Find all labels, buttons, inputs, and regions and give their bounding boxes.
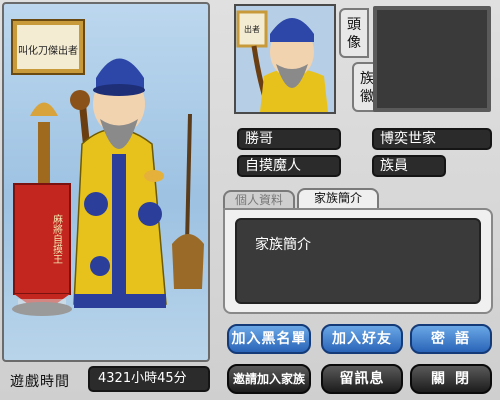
family-emblem-box	[373, 6, 491, 112]
play-time-label: 遊戲時間	[10, 374, 70, 390]
portrait-certificate-text: 出者	[244, 24, 260, 34]
player-name-field: 勝哥	[237, 128, 341, 150]
whisper-button[interactable]: 密語	[410, 324, 492, 354]
tab-family-intro[interactable]: 家族簡介	[297, 188, 379, 210]
portrait-avatar: 出者	[234, 4, 336, 114]
family-role-field: 族員	[372, 155, 446, 177]
close-button[interactable]: 關閉	[410, 364, 492, 394]
character-stage: 叫化刀傑出者 麻將自摸王	[2, 2, 210, 362]
profile-window: 叫化刀傑出者 麻將自摸王 遊戲時間 4321小時45分 出者 頭像 族徽 勝哥 …	[0, 0, 500, 400]
certificate-text: 叫化刀傑出者	[18, 44, 78, 57]
banner-trophy: 麻將自摸王	[12, 102, 72, 316]
broom	[172, 113, 204, 289]
family-intro-content: 家族簡介	[235, 218, 481, 304]
invite-family-button[interactable]: 邀請加入家族	[227, 364, 311, 394]
banner-text: 麻將自摸王	[51, 213, 63, 264]
leave-message-button[interactable]: 留訊息	[321, 364, 403, 394]
family-intro-panel: 家族簡介	[223, 208, 493, 314]
add-blacklist-button[interactable]: 加入黑名單	[227, 324, 311, 354]
head-tab[interactable]: 頭像	[339, 8, 369, 58]
portrait-illustration: 出者	[236, 10, 328, 112]
certificate-frame: 叫化刀傑出者	[11, 19, 85, 75]
character-illustration: 叫化刀傑出者 麻將自摸王	[11, 19, 204, 316]
player-title-field: 自摸魔人	[237, 155, 341, 177]
add-friend-button[interactable]: 加入好友	[321, 324, 403, 354]
tab-personal-info[interactable]: 個人資料	[223, 190, 295, 210]
elder-character	[70, 58, 167, 308]
family-name-field: 博奕世家	[372, 128, 492, 150]
play-time-value: 4321小時45分	[88, 366, 210, 392]
